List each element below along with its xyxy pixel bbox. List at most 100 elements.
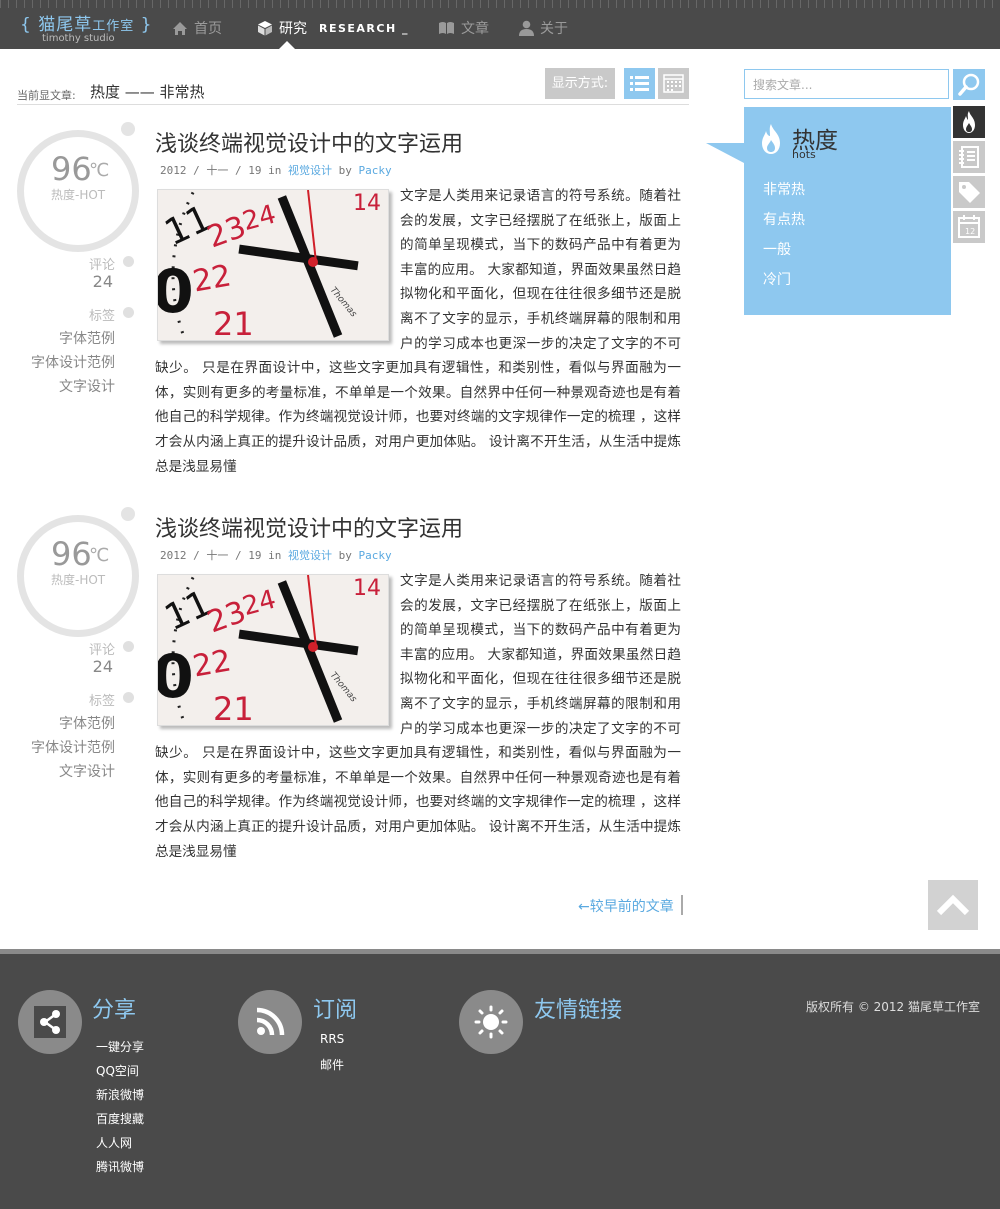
- share-link[interactable]: 百度搜藏: [96, 1110, 144, 1127]
- notebook-icon: [959, 146, 979, 168]
- ruler-decoration: [0, 0, 1000, 8]
- share-link[interactable]: 新浪微博: [96, 1086, 144, 1103]
- nav-research-label: 研究: [279, 21, 307, 37]
- share-link[interactable]: 人人网: [96, 1134, 132, 1151]
- hot-filter-item[interactable]: 非常热: [763, 179, 805, 199]
- search-button[interactable]: [953, 69, 985, 100]
- subscribe-link[interactable]: 邮件: [320, 1056, 344, 1073]
- article-image[interactable]: 0 11 23 24 22 21 14 Thomas: [157, 189, 389, 341]
- hot-filter-item[interactable]: 冷门: [763, 269, 791, 289]
- svg-text:14: 14: [353, 576, 381, 601]
- svg-text:12: 12: [965, 227, 975, 236]
- svg-text:22: 22: [190, 643, 234, 684]
- article-title[interactable]: 浅谈终端视觉设计中的文字运用: [155, 126, 463, 158]
- comment-count[interactable]: 24: [77, 272, 113, 291]
- article-in: in: [268, 164, 282, 177]
- cube-icon: [258, 21, 272, 36]
- list-view-button[interactable]: [624, 68, 655, 99]
- nav-about-label: 关于: [540, 21, 568, 37]
- article-meta: 2012 / 十一 / 19 in 视觉设计 by Packy: [160, 162, 392, 178]
- article-title[interactable]: 浅谈终端视觉设计中的文字运用: [155, 511, 463, 543]
- share-link[interactable]: 腾讯微博: [96, 1158, 144, 1175]
- nav-active-caret: [279, 41, 295, 49]
- share-link[interactable]: QQ空间: [96, 1062, 139, 1079]
- article-card: 96 ℃ 热度-HOT 评论 24 标签 字体范例 字体设计范例 文字设计 浅谈…: [17, 120, 689, 480]
- nav-articles[interactable]: 文章: [438, 18, 489, 38]
- user-icon: [519, 20, 534, 36]
- filter-bar: 当前显文章: 热度 —— 非常热 显示方式:: [17, 68, 689, 105]
- share-icon: [34, 1006, 66, 1038]
- side-tab-tags[interactable]: [953, 176, 985, 208]
- older-posts-link[interactable]: ←较早前的文章: [578, 896, 674, 916]
- nav-articles-label: 文章: [461, 21, 489, 37]
- nav-research[interactable]: 研究 RESEARCH _: [257, 18, 409, 38]
- share-circle: [18, 990, 82, 1054]
- side-tab-hot[interactable]: [953, 106, 985, 138]
- heat-label: 热度-HOT: [51, 188, 106, 202]
- side-tab-calendar[interactable]: 12: [953, 211, 985, 243]
- tag-link[interactable]: 字体设计范例: [17, 352, 115, 372]
- article-author[interactable]: Packy: [358, 549, 391, 562]
- tag-link[interactable]: 文字设计: [17, 376, 115, 396]
- chevron-up-icon: [936, 894, 970, 916]
- comment-label: 评论: [88, 258, 115, 273]
- article-in: in: [268, 549, 282, 562]
- svg-text:22: 22: [190, 258, 234, 299]
- friends-title: 友情链接: [534, 998, 623, 1023]
- svg-text:21: 21: [213, 305, 254, 340]
- article-image[interactable]: 0 11 23 24 22 21 14 Thomas: [157, 574, 389, 726]
- heat-value: 96: [51, 150, 92, 188]
- filter-label: 当前显文章:: [17, 89, 76, 102]
- comment-count[interactable]: 24: [77, 657, 113, 676]
- article-author[interactable]: Packy: [358, 164, 391, 177]
- calendar-grid-icon: [663, 74, 684, 93]
- book-icon: [439, 22, 454, 34]
- clock-image: 0 11 23 24 22 21 14 Thomas: [158, 575, 388, 725]
- share-link[interactable]: 一键分享: [96, 1038, 144, 1055]
- tag-dot: [123, 692, 134, 703]
- side-tab-archive[interactable]: [953, 141, 985, 173]
- nav-home[interactable]: 首页: [172, 18, 222, 38]
- share-title: 分享: [92, 998, 137, 1023]
- article-category[interactable]: 视觉设计: [288, 164, 332, 177]
- filter-value: 热度 —— 非常热: [90, 83, 205, 101]
- nav-about[interactable]: 关于: [519, 18, 568, 38]
- article-date: 2012 / 十一 / 19: [160, 164, 262, 177]
- search-input[interactable]: 搜索文章...: [744, 69, 949, 99]
- logo[interactable]: { 猫尾草工作室 } timothy studio: [20, 10, 152, 44]
- heat-gauge-dot: [121, 507, 135, 521]
- tag-dot: [123, 307, 134, 318]
- svg-text:21: 21: [213, 690, 254, 725]
- svg-text:0: 0: [158, 257, 194, 327]
- hot-filter-item[interactable]: 有点热: [763, 209, 805, 229]
- calendar-view-button[interactable]: [658, 68, 689, 99]
- sun-icon: [474, 1005, 508, 1039]
- subscribe-title: 订阅: [313, 998, 358, 1023]
- comment-dot: [123, 256, 134, 267]
- heat-gauge-dot: [121, 122, 135, 136]
- article-meta: 2012 / 十一 / 19 in 视觉设计 by Packy: [160, 547, 392, 563]
- tag-link[interactable]: 字体范例: [17, 713, 115, 733]
- clock-image: 0 11 23 24 22 21 14 Thomas: [158, 190, 388, 340]
- top-nav: { 猫尾草工作室 } timothy studio 首页 研究 RESEARCH…: [0, 0, 1000, 49]
- hot-filter-item[interactable]: 一般: [763, 239, 791, 259]
- hot-panel-pointer: [706, 143, 744, 163]
- article-card: 96 ℃ 热度-HOT 评论 24 标签 字体范例 字体设计范例 文字设计 浅谈…: [17, 505, 689, 865]
- tag-icon: [959, 182, 980, 203]
- copyright: 版权所有 © 2012 猫尾草工作室: [806, 1000, 980, 1014]
- tag-link[interactable]: 文字设计: [17, 761, 115, 781]
- article-category[interactable]: 视觉设计: [288, 549, 332, 562]
- tag-label: 标签: [88, 309, 115, 324]
- hot-panel: 热度 hots 非常热 有点热 一般 冷门: [744, 107, 951, 315]
- home-icon: [173, 21, 187, 35]
- tag-link[interactable]: 字体范例: [17, 328, 115, 348]
- rss-icon: [256, 1007, 285, 1036]
- tag-link[interactable]: 字体设计范例: [17, 737, 115, 757]
- subscribe-link[interactable]: RRS: [320, 1032, 344, 1046]
- svg-text:0: 0: [158, 642, 194, 712]
- nav-research-suffix: RESEARCH _: [319, 21, 410, 35]
- flame-icon: [762, 124, 780, 154]
- hot-panel-subtitle: hots: [792, 148, 816, 161]
- pager-divider: [681, 895, 683, 915]
- back-to-top-button[interactable]: [928, 880, 978, 930]
